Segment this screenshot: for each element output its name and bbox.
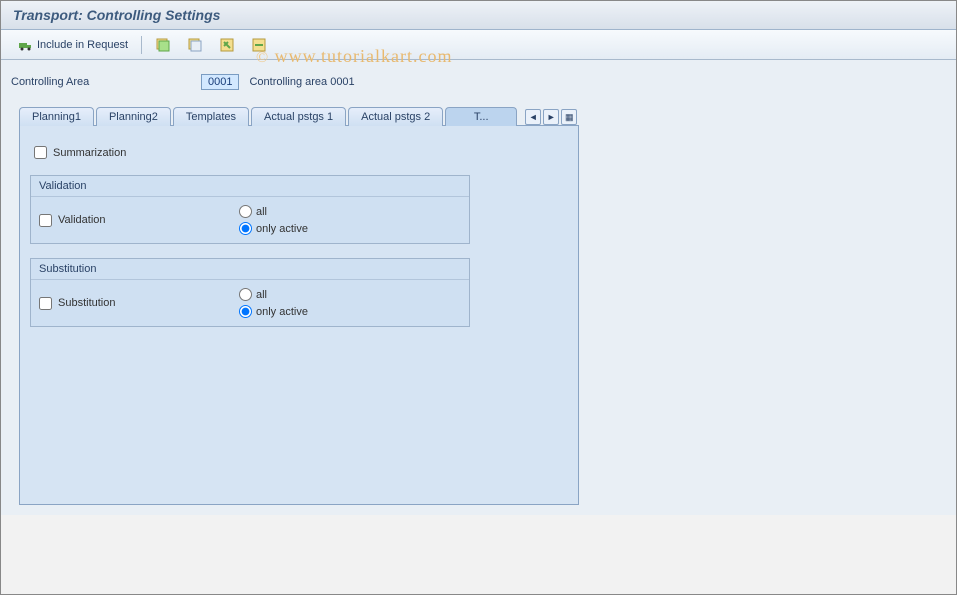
tab-panel: Summarization Validation Validation all <box>19 125 579 505</box>
toolbar-action-2[interactable] <box>182 34 208 56</box>
tab-label: T... <box>474 111 489 123</box>
select-all-icon <box>155 37 171 53</box>
validation-group-title: Validation <box>31 176 469 197</box>
validation-checkbox-row: Validation <box>39 214 219 227</box>
validation-group: Validation Validation all only active <box>30 175 470 244</box>
substitution-radio-active-row[interactable]: only active <box>239 305 461 318</box>
tab-planning2[interactable]: Planning2 <box>96 107 171 126</box>
summarization-row: Summarization <box>34 146 568 159</box>
substitution-checkbox-label: Substitution <box>58 297 115 309</box>
tab-label: Planning2 <box>109 111 158 123</box>
validation-checkbox-label: Validation <box>58 214 106 226</box>
validation-radio-all[interactable] <box>239 205 252 218</box>
toolbar: Include in Request <box>1 30 956 60</box>
include-in-request-button[interactable]: Include in Request <box>13 34 133 56</box>
validation-checkbox[interactable] <box>39 214 52 227</box>
tab-truncated-active[interactable]: T... <box>445 107 517 126</box>
toolbar-divider <box>141 36 142 54</box>
tab-actual-pstgs-2[interactable]: Actual pstgs 2 <box>348 107 443 126</box>
tab-list-button[interactable]: ▦ <box>561 109 577 125</box>
validation-radio-all-row[interactable]: all <box>239 205 461 218</box>
substitution-radio-all[interactable] <box>239 288 252 301</box>
toolbar-action-3[interactable] <box>214 34 240 56</box>
substitution-radio-all-label: all <box>256 289 267 301</box>
substitution-checkbox[interactable] <box>39 297 52 310</box>
validation-radio-all-label: all <box>256 206 267 218</box>
controlling-area-label: Controlling Area <box>11 76 191 88</box>
substitution-radio-active-label: only active <box>256 306 308 318</box>
toolbar-action-4[interactable] <box>246 34 272 56</box>
toolbar-action-1[interactable] <box>150 34 176 56</box>
controlling-area-value[interactable]: 0001 <box>201 74 239 90</box>
substitution-radio-only-active[interactable] <box>239 305 252 318</box>
substitution-radio-group: all only active <box>239 288 461 318</box>
include-in-request-label: Include in Request <box>37 39 128 51</box>
controlling-area-desc: Controlling area 0001 <box>249 76 354 88</box>
substitution-checkbox-row: Substitution <box>39 297 219 310</box>
substitution-group: Substitution Substitution all only activ… <box>30 258 470 327</box>
select-block-icon <box>219 37 235 53</box>
tab-actual-pstgs-1[interactable]: Actual pstgs 1 <box>251 107 346 126</box>
validation-radio-group: all only active <box>239 205 461 235</box>
validation-radio-active-row[interactable]: only active <box>239 222 461 235</box>
tab-label: Templates <box>186 111 236 123</box>
chevron-right-icon: ► <box>547 112 556 122</box>
list-icon: ▦ <box>565 112 574 123</box>
deselect-all-icon <box>187 37 203 53</box>
validation-radio-only-active[interactable] <box>239 222 252 235</box>
tab-label: Planning1 <box>32 111 81 123</box>
tab-scroll-right-button[interactable]: ► <box>543 109 559 125</box>
summarization-label: Summarization <box>53 147 126 159</box>
truck-icon <box>18 37 34 53</box>
tab-strip: Planning1 Planning2 Templates Actual pst… <box>19 106 946 125</box>
tab-templates[interactable]: Templates <box>173 107 249 126</box>
deselect-block-icon <box>251 37 267 53</box>
substitution-radio-all-row[interactable]: all <box>239 288 461 301</box>
content-area: Controlling Area 0001 Controlling area 0… <box>1 60 956 515</box>
tab-scroll-left-button[interactable]: ◄ <box>525 109 541 125</box>
substitution-group-title: Substitution <box>31 259 469 280</box>
summarization-checkbox[interactable] <box>34 146 47 159</box>
title-bar: Transport: Controlling Settings <box>1 1 956 30</box>
tab-label: Actual pstgs 2 <box>361 111 430 123</box>
tab-label: Actual pstgs 1 <box>264 111 333 123</box>
validation-radio-active-label: only active <box>256 223 308 235</box>
controlling-area-row: Controlling Area 0001 Controlling area 0… <box>11 74 946 90</box>
chevron-left-icon: ◄ <box>529 112 538 122</box>
page-title: Transport: Controlling Settings <box>13 7 220 23</box>
tab-planning1[interactable]: Planning1 <box>19 107 94 126</box>
tab-nav: ◄ ► ▦ <box>525 109 577 125</box>
